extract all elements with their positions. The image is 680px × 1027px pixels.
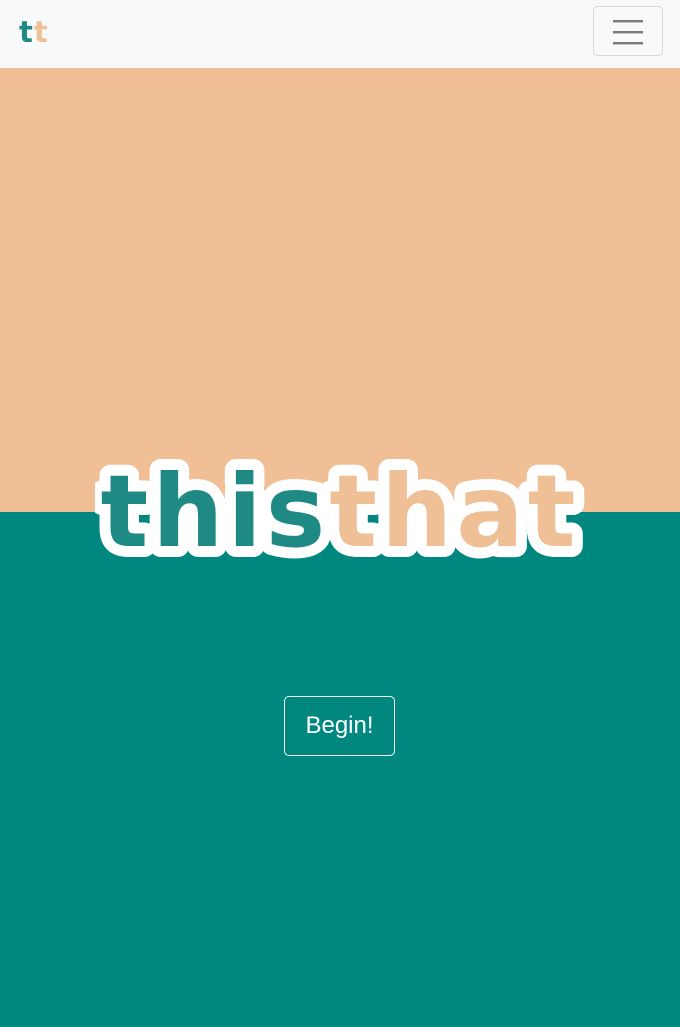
logo-word-this: this bbox=[100, 453, 329, 570]
begin-button[interactable]: Begin! bbox=[284, 696, 395, 756]
hamburger-menu-icon bbox=[613, 20, 643, 45]
hero-bottom-band bbox=[0, 512, 680, 1027]
svg-text:thisthat: thisthat bbox=[100, 453, 579, 570]
brand-letter-this: t bbox=[19, 15, 34, 49]
hero-top-band bbox=[0, 68, 680, 512]
brand-letter-that: t bbox=[33, 15, 49, 49]
brand-logo[interactable]: tt bbox=[19, 14, 49, 50]
thisthat-logo: thisthat thisthat bbox=[95, 452, 585, 570]
menu-toggle-button[interactable] bbox=[593, 6, 663, 56]
logo-word-that: that bbox=[329, 453, 579, 570]
navbar: tt bbox=[0, 0, 680, 68]
